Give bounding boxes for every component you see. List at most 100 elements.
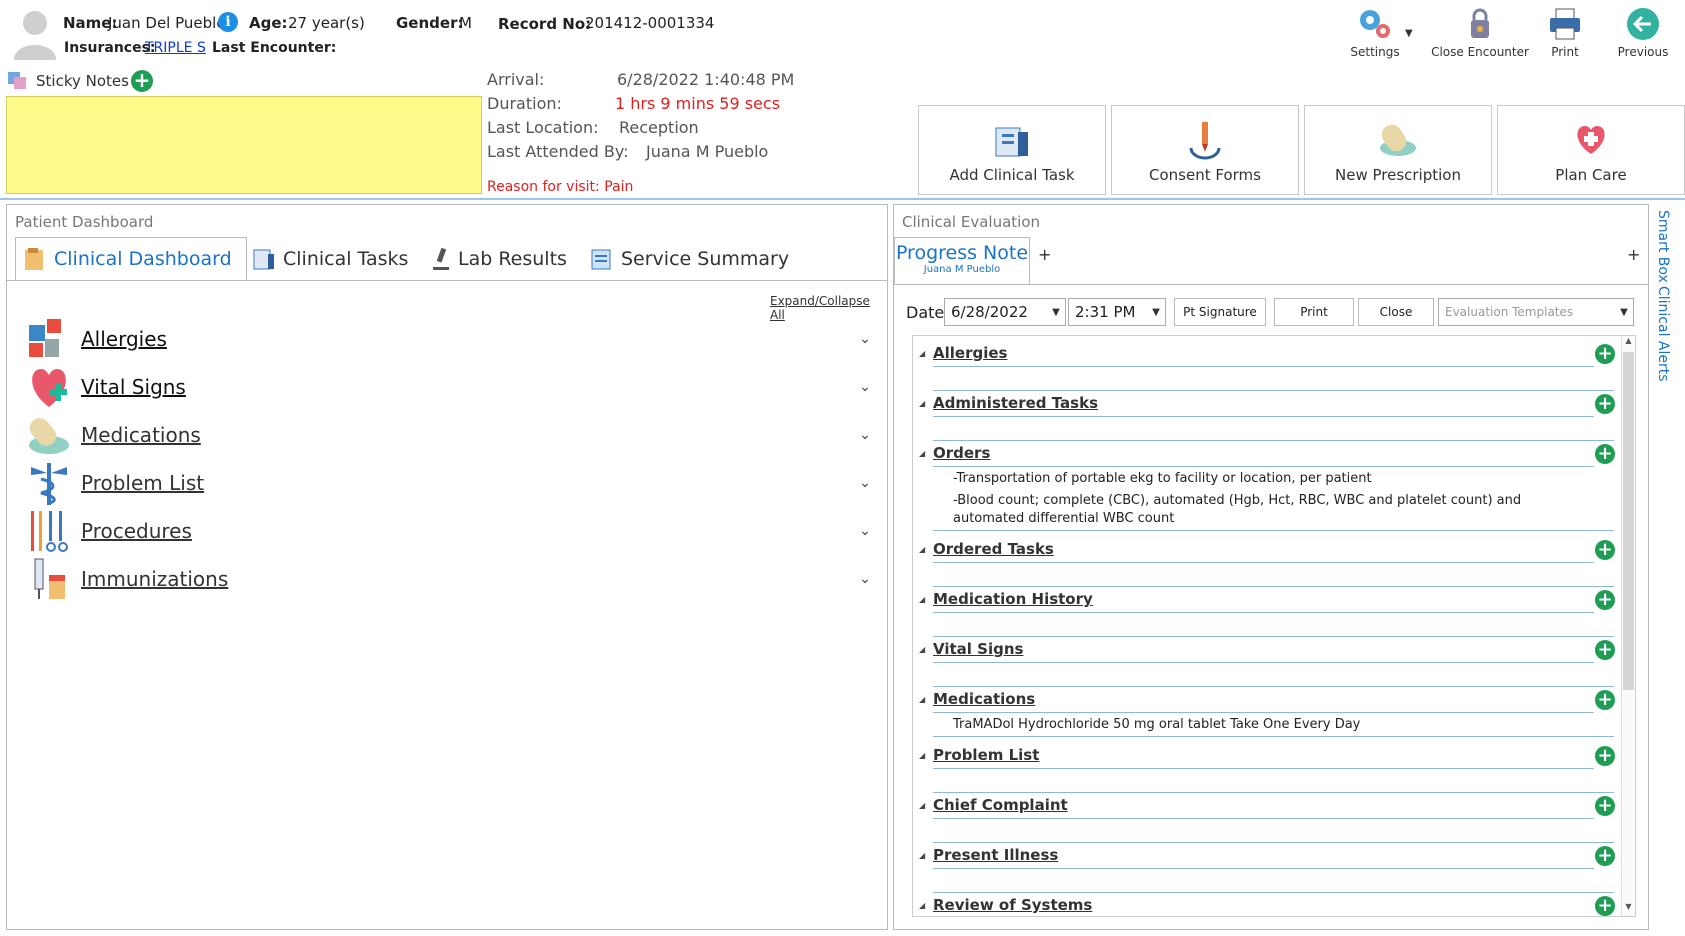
tab-progress-note[interactable]: Progress Note Juana M Pueblo: [894, 237, 1030, 285]
consent-forms-button[interactable]: Consent Forms: [1111, 105, 1299, 195]
collapse-triangle-icon[interactable]: ◢: [919, 801, 933, 810]
evaluation-section[interactable]: ◢ Present Illness +: [913, 842, 1619, 893]
section-header[interactable]: ◢ Medications: [919, 686, 1619, 712]
collapse-triangle-icon[interactable]: ◢: [919, 851, 933, 860]
evaluation-section[interactable]: ◢ Medication History +: [913, 586, 1619, 637]
add-section-item-button[interactable]: +: [1595, 640, 1615, 660]
chevron-down-icon[interactable]: ▼: [1147, 307, 1165, 318]
dashboard-item-medications[interactable]: Medications ⌄: [25, 411, 875, 459]
section-header[interactable]: ◢ Administered Tasks: [919, 390, 1619, 416]
section-title[interactable]: Medication History: [933, 590, 1093, 608]
collapse-triangle-icon[interactable]: ◢: [919, 901, 933, 910]
evaluation-section[interactable]: ◢ Administered Tasks +: [913, 390, 1619, 441]
print-note-button[interactable]: Print: [1274, 298, 1354, 326]
collapse-triangle-icon[interactable]: ◢: [919, 399, 933, 408]
evaluation-section[interactable]: ◢ Ordered Tasks +: [913, 536, 1619, 587]
plan-care-button[interactable]: Plan Care: [1497, 105, 1685, 195]
side-tab-smart-box[interactable]: Smart Box: [1655, 210, 1671, 283]
tab-service-summary[interactable]: Service Summary: [589, 237, 789, 281]
section-header[interactable]: ◢ Ordered Tasks: [919, 536, 1619, 562]
evaluation-section[interactable]: ◢ Allergies +: [913, 340, 1619, 391]
date-picker[interactable]: 6/28/2022 ▼: [944, 298, 1066, 326]
tab-clinical-dashboard[interactable]: Clinical Dashboard: [15, 237, 247, 281]
section-title[interactable]: Administered Tasks: [933, 394, 1098, 412]
insurance-link[interactable]: TRIPLE S: [145, 40, 206, 56]
settings-dropdown-icon[interactable]: ▼: [1405, 28, 1413, 39]
evaluation-section[interactable]: ◢ Review of Systems +: [913, 892, 1619, 916]
section-header[interactable]: ◢ Vital Signs: [919, 636, 1619, 662]
previous-button[interactable]: Previous: [1608, 6, 1678, 64]
pt-signature-button[interactable]: Pt Signature: [1174, 298, 1266, 326]
section-title[interactable]: Problem List: [933, 746, 1039, 764]
add-section-item-button[interactable]: +: [1595, 394, 1615, 414]
chevron-down-icon[interactable]: ⌄: [855, 427, 875, 443]
collapse-triangle-icon[interactable]: ◢: [919, 349, 933, 358]
chevron-down-icon[interactable]: ⌄: [855, 379, 875, 395]
add-section-item-button[interactable]: +: [1595, 590, 1615, 610]
add-section-item-button[interactable]: +: [1595, 344, 1615, 364]
scroll-down-icon[interactable]: ▼: [1622, 902, 1635, 916]
dashboard-item-allergies[interactable]: Allergies ⌄: [25, 315, 875, 363]
section-title[interactable]: Ordered Tasks: [933, 540, 1054, 558]
section-title[interactable]: Allergies: [933, 344, 1007, 362]
add-evaluation-button[interactable]: +: [1627, 245, 1640, 264]
evaluation-section[interactable]: ◢ Problem List +: [913, 742, 1619, 793]
chevron-down-icon[interactable]: ⌄: [855, 571, 875, 587]
section-title[interactable]: Orders: [933, 444, 990, 462]
section-header[interactable]: ◢ Chief Complaint: [919, 792, 1619, 818]
collapse-triangle-icon[interactable]: ◢: [919, 751, 933, 760]
dashboard-item-vital-signs[interactable]: Vital Signs ⌄: [25, 363, 875, 411]
section-title[interactable]: Present Illness: [933, 846, 1058, 864]
chevron-down-icon[interactable]: ⌄: [855, 475, 875, 491]
evaluation-section[interactable]: ◢ Medications + TraMADol Hydrochloride 50 m…: [913, 686, 1619, 740]
add-section-item-button[interactable]: +: [1595, 796, 1615, 816]
section-title[interactable]: Medications: [933, 690, 1035, 708]
side-tab-clinical-alerts[interactable]: Clinical Alerts: [1655, 286, 1671, 382]
add-clinical-task-button[interactable]: Add Clinical Task: [918, 105, 1106, 195]
add-section-item-button[interactable]: +: [1595, 746, 1615, 766]
section-header[interactable]: ◢ Orders: [919, 440, 1619, 466]
dashboard-item-immunizations[interactable]: Immunizations ⌄: [25, 555, 875, 603]
section-header[interactable]: ◢ Allergies: [919, 340, 1619, 366]
tab-clinical-tasks[interactable]: Clinical Tasks: [251, 237, 408, 281]
add-section-item-button[interactable]: +: [1595, 690, 1615, 710]
sticky-note-area[interactable]: [6, 96, 482, 194]
section-header[interactable]: ◢ Review of Systems: [919, 892, 1619, 916]
chevron-down-icon[interactable]: ▼: [1047, 307, 1065, 318]
section-header[interactable]: ◢ Medication History: [919, 586, 1619, 612]
add-sticky-note-button[interactable]: +: [131, 70, 153, 92]
chevron-down-icon[interactable]: ⌄: [855, 523, 875, 539]
vertical-scrollbar[interactable]: ▲ ▼: [1621, 336, 1635, 916]
add-tab-button[interactable]: +: [1038, 245, 1051, 264]
scrollbar-thumb[interactable]: [1623, 352, 1634, 690]
collapse-triangle-icon[interactable]: ◢: [919, 645, 933, 654]
evaluation-section[interactable]: ◢ Vital Signs +: [913, 636, 1619, 687]
time-picker[interactable]: 2:31 PM ▼: [1068, 298, 1166, 326]
collapse-triangle-icon[interactable]: ◢: [919, 449, 933, 458]
close-note-button[interactable]: Close: [1358, 298, 1434, 326]
collapse-triangle-icon[interactable]: ◢: [919, 545, 933, 554]
add-section-item-button[interactable]: +: [1595, 540, 1615, 560]
section-header[interactable]: ◢ Present Illness: [919, 842, 1619, 868]
section-title[interactable]: Review of Systems: [933, 896, 1092, 914]
evaluation-section[interactable]: ◢ Chief Complaint +: [913, 792, 1619, 843]
section-header[interactable]: ◢ Problem List: [919, 742, 1619, 768]
print-button[interactable]: Print: [1530, 6, 1600, 64]
new-prescription-button[interactable]: New Prescription: [1304, 105, 1492, 195]
add-section-item-button[interactable]: +: [1595, 444, 1615, 464]
close-encounter-button[interactable]: Close Encounter: [1425, 6, 1535, 64]
tab-lab-results[interactable]: Lab Results: [430, 237, 567, 281]
info-icon[interactable]: i: [218, 12, 238, 32]
add-section-item-button[interactable]: +: [1595, 896, 1615, 916]
dashboard-item-problem-list[interactable]: Problem List ⌄: [25, 459, 875, 507]
chevron-down-icon[interactable]: ▼: [1615, 307, 1633, 318]
collapse-triangle-icon[interactable]: ◢: [919, 695, 933, 704]
scroll-up-icon[interactable]: ▲: [1622, 336, 1635, 350]
evaluation-sections-list[interactable]: ◢ Allergies + ◢ Administered Tasks + ◢ Orders + -…: [912, 335, 1636, 917]
section-title[interactable]: Vital Signs: [933, 640, 1023, 658]
collapse-triangle-icon[interactable]: ◢: [919, 595, 933, 604]
chevron-down-icon[interactable]: ⌄: [855, 331, 875, 347]
dashboard-item-procedures[interactable]: Procedures ⌄: [25, 507, 875, 555]
evaluation-section[interactable]: ◢ Orders + -Transportation of portable ekg …: [913, 440, 1619, 531]
add-section-item-button[interactable]: +: [1595, 846, 1615, 866]
